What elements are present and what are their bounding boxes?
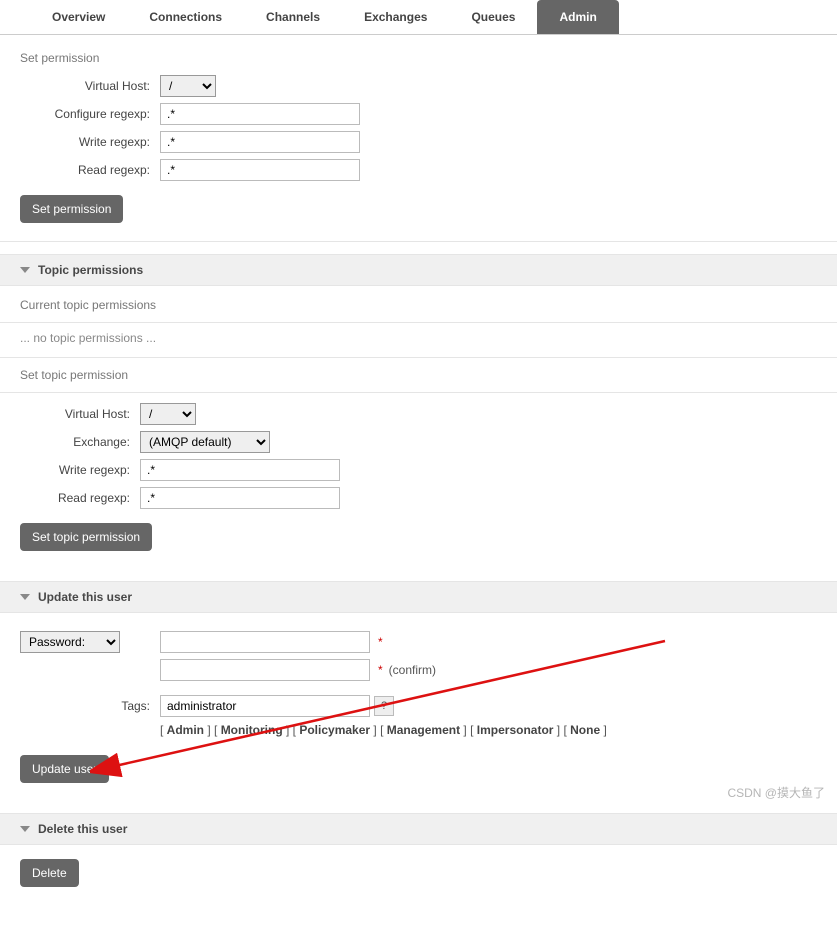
update-user-button[interactable]: Update user — [20, 755, 109, 783]
delete-user-body: Delete — [0, 845, 837, 905]
topic-vhost-select[interactable]: / — [140, 403, 196, 425]
write-regexp-input[interactable] — [160, 131, 360, 153]
topic-permissions-title: Topic permissions — [38, 263, 143, 277]
configure-regexp-label: Configure regexp: — [20, 107, 160, 121]
vhost-select[interactable]: / — [160, 75, 216, 97]
read-regexp-label: Read regexp: — [20, 163, 160, 177]
tag-link-management[interactable]: Management — [387, 723, 460, 737]
update-user-header[interactable]: Update this user — [0, 581, 837, 613]
topic-vhost-label: Virtual Host: — [20, 407, 140, 421]
tag-link-none[interactable]: None — [570, 723, 600, 737]
tab-exchanges[interactable]: Exchanges — [342, 0, 449, 34]
chevron-down-icon — [20, 267, 30, 273]
tab-overview[interactable]: Overview — [30, 0, 127, 34]
tag-link-policymaker[interactable]: Policymaker — [299, 723, 370, 737]
tab-connections[interactable]: Connections — [127, 0, 244, 34]
tags-input[interactable] — [160, 695, 370, 717]
tag-link-admin[interactable]: Admin — [167, 723, 204, 737]
main-tabs: Overview Connections Channels Exchanges … — [0, 0, 837, 35]
no-topic-permissions-text: ... no topic permissions ... — [20, 331, 817, 345]
update-user-title: Update this user — [38, 590, 132, 604]
password-confirm-input[interactable] — [160, 659, 370, 681]
password-type-select[interactable]: Password: — [20, 631, 120, 653]
set-topic-permission-title: Set topic permission — [20, 368, 817, 382]
vhost-label: Virtual Host: — [20, 79, 160, 93]
tag-link-monitoring[interactable]: Monitoring — [221, 723, 283, 737]
password-input[interactable] — [160, 631, 370, 653]
required-star-icon: * — [378, 635, 383, 649]
delete-button[interactable]: Delete — [20, 859, 79, 887]
topic-read-regexp-input[interactable] — [140, 487, 340, 509]
delete-user-header[interactable]: Delete this user — [0, 813, 837, 845]
set-permission-section: Set permission Virtual Host: / Configure… — [0, 35, 837, 242]
set-permission-title: Set permission — [20, 51, 817, 65]
configure-regexp-input[interactable] — [160, 103, 360, 125]
set-permission-button[interactable]: Set permission — [20, 195, 123, 223]
chevron-down-icon — [20, 826, 30, 832]
confirm-text: (confirm) — [389, 663, 436, 677]
topic-permissions-header[interactable]: Topic permissions — [0, 254, 837, 286]
tab-channels[interactable]: Channels — [244, 0, 342, 34]
tab-admin[interactable]: Admin — [537, 0, 618, 34]
help-icon[interactable]: ? — [374, 696, 394, 716]
tab-queues[interactable]: Queues — [449, 0, 537, 34]
topic-permissions-body: Current topic permissions ... no topic p… — [0, 286, 837, 569]
exchange-select[interactable]: (AMQP default) — [140, 431, 270, 453]
topic-write-regexp-label: Write regexp: — [20, 463, 140, 477]
update-user-body: Password: * * (confirm) Tags: ? [ Admin … — [0, 613, 837, 801]
tag-link-impersonator[interactable]: Impersonator — [477, 723, 554, 737]
tag-quick-links: [ Admin ] [ Monitoring ] [ Policymaker ]… — [160, 723, 817, 737]
topic-read-regexp-label: Read regexp: — [20, 491, 140, 505]
topic-write-regexp-input[interactable] — [140, 459, 340, 481]
required-star-icon: * — [378, 663, 383, 677]
chevron-down-icon — [20, 594, 30, 600]
set-topic-permission-button[interactable]: Set topic permission — [20, 523, 152, 551]
read-regexp-input[interactable] — [160, 159, 360, 181]
exchange-label: Exchange: — [20, 435, 140, 449]
tags-label: Tags: — [20, 699, 160, 713]
delete-user-title: Delete this user — [38, 822, 127, 836]
current-topic-permissions-label: Current topic permissions — [20, 298, 817, 312]
write-regexp-label: Write regexp: — [20, 135, 160, 149]
